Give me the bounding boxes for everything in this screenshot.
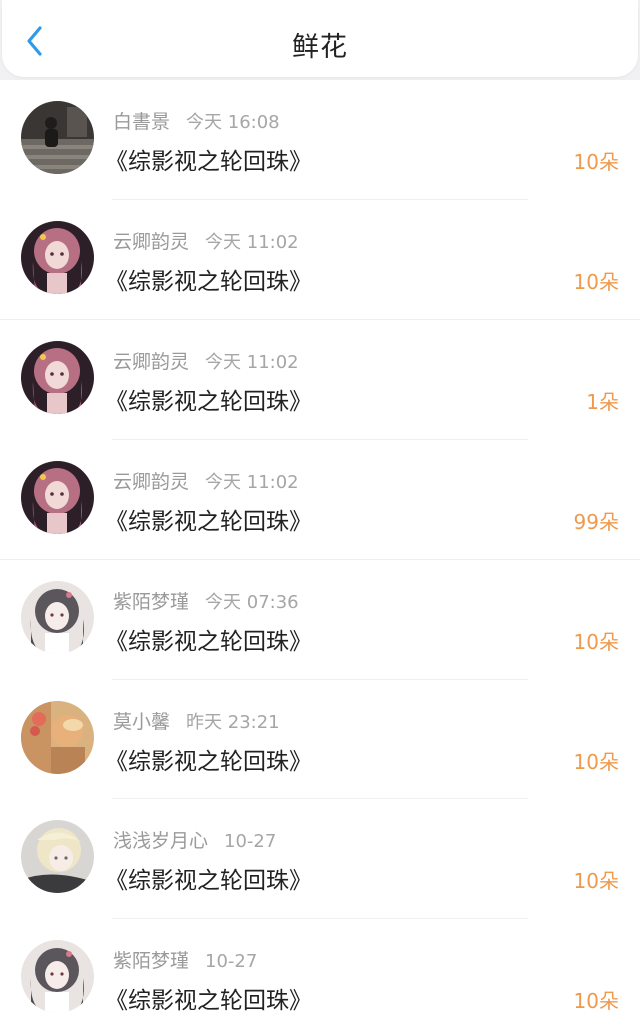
record-meta: 浅浅岁月心 10-27 — [113, 826, 276, 853]
book-title[interactable]: 《综影视之轮回珠》 — [105, 502, 312, 536]
list-item[interactable]: 浅浅岁月心 10-27 《综影视之轮回珠》 10朵 — [0, 799, 640, 919]
avatar[interactable] — [21, 581, 94, 654]
flower-count: 10朵 — [573, 869, 619, 893]
flower-count: 1朵 — [586, 390, 619, 414]
flower-count: 10朵 — [573, 630, 619, 654]
timestamp: 10-27 — [205, 950, 258, 972]
list-item[interactable]: 莫小馨 昨天 23:21 《综影视之轮回珠》 10朵 — [0, 679, 640, 799]
page-title: 鲜花 — [292, 32, 348, 63]
avatar[interactable] — [21, 460, 94, 534]
list-item[interactable]: 紫陌梦瑾 今天 07:36 《综影视之轮回珠》 10朵 — [0, 560, 640, 680]
record-meta: 云卿韵灵 今天 11:02 — [113, 467, 299, 494]
avatar[interactable] — [21, 101, 94, 174]
flower-count: 10朵 — [573, 988, 619, 1013]
avatar[interactable] — [21, 220, 94, 294]
timestamp: 今天 11:02 — [205, 471, 299, 493]
timestamp: 今天 11:02 — [205, 352, 299, 373]
timestamp: 今天 07:36 — [205, 592, 299, 613]
list-item[interactable]: 紫陌梦瑾 10-27 《综影视之轮回珠》 10朵 — [0, 918, 640, 1036]
flower-count: 10朵 — [573, 269, 619, 294]
flower-count: 10朵 — [573, 749, 619, 774]
timestamp: 今天 11:02 — [205, 231, 299, 253]
flower-record-list: 白書景 今天 16:08 《综影视之轮回珠》 10朵 云卿韵灵 今天 11:02… — [0, 80, 640, 1036]
record-meta: 莫小馨 昨天 23:21 — [113, 707, 280, 734]
book-title[interactable]: 《综影视之轮回珠》 — [105, 742, 312, 776]
list-item[interactable]: 云卿韵灵 今天 11:02 《综影视之轮回珠》 99朵 — [0, 439, 640, 560]
user-name[interactable]: 紫陌梦瑾 — [113, 950, 189, 972]
record-meta: 云卿韵灵 今天 11:02 — [113, 347, 299, 374]
flower-count: 10朵 — [573, 150, 619, 174]
user-name[interactable]: 白書景 — [113, 111, 170, 133]
book-title[interactable]: 《综影视之轮回珠》 — [105, 861, 312, 895]
user-name[interactable]: 云卿韵灵 — [113, 471, 189, 493]
record-meta: 紫陌梦瑾 10-27 — [113, 946, 257, 973]
record-meta: 紫陌梦瑾 今天 07:36 — [113, 587, 299, 614]
user-name[interactable]: 云卿韵灵 — [113, 231, 189, 253]
timestamp: 10-27 — [224, 831, 277, 852]
book-title[interactable]: 《综影视之轮回珠》 — [105, 981, 312, 1015]
record-meta: 云卿韵灵 今天 11:02 — [113, 227, 299, 254]
book-title[interactable]: 《综影视之轮回珠》 — [105, 382, 312, 416]
book-title[interactable]: 《综影视之轮回珠》 — [105, 622, 312, 656]
timestamp: 昨天 23:21 — [186, 711, 280, 733]
list-item[interactable]: 云卿韵灵 今天 11:02 《综影视之轮回珠》 10朵 — [0, 199, 640, 320]
user-name[interactable]: 浅浅岁月心 — [113, 830, 208, 852]
book-title[interactable]: 《综影视之轮回珠》 — [105, 142, 312, 176]
top-bar: 鲜花 — [2, 0, 638, 77]
record-meta: 白書景 今天 16:08 — [113, 107, 280, 134]
list-item[interactable]: 云卿韵灵 今天 11:02 《综影视之轮回珠》 1朵 — [0, 320, 640, 440]
flower-count: 99朵 — [573, 509, 619, 534]
avatar[interactable] — [21, 820, 94, 893]
flower-records-page: 鲜花 白書景 今天 16:08 《综影视之轮回珠》 10朵 云卿韵灵 今天 11… — [0, 0, 640, 1036]
avatar[interactable] — [21, 939, 94, 1013]
list-item[interactable]: 白書景 今天 16:08 《综影视之轮回珠》 10朵 — [0, 80, 640, 200]
avatar[interactable] — [21, 341, 94, 414]
timestamp: 今天 16:08 — [186, 112, 280, 133]
book-title[interactable]: 《综影视之轮回珠》 — [105, 262, 312, 296]
user-name[interactable]: 云卿韵灵 — [113, 351, 189, 373]
user-name[interactable]: 紫陌梦瑾 — [113, 591, 189, 613]
user-name[interactable]: 莫小馨 — [113, 711, 170, 733]
avatar[interactable] — [21, 700, 94, 774]
